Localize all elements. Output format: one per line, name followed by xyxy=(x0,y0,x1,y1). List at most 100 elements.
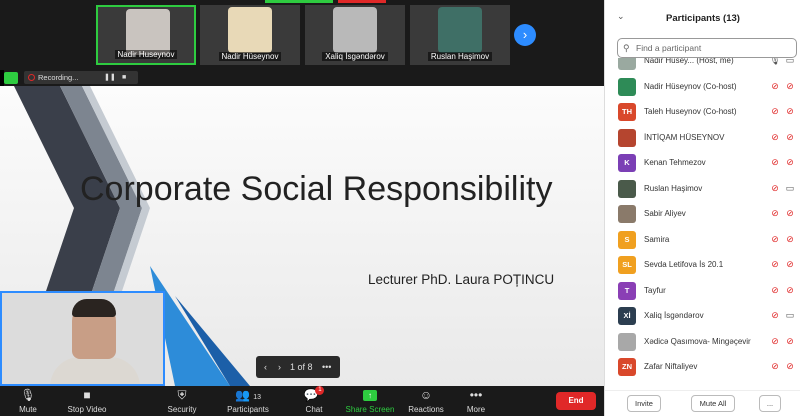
microphone-icon: 🎙 xyxy=(20,388,36,402)
chevron-left-icon[interactable]: ‹ xyxy=(264,356,267,378)
microphone-muted-icon[interactable]: ⊘ xyxy=(769,80,781,93)
video-camera-icon[interactable]: ▭ xyxy=(783,182,797,195)
video-tile[interactable]: Ruslan Haşimov xyxy=(410,5,510,65)
microphone-muted-icon[interactable]: ⊘ xyxy=(769,258,781,271)
meeting-toolbar: 🎙 Mute ■ Stop Video ⛨ Security 👥 13 Part… xyxy=(0,386,604,416)
video-tile[interactable]: Nadir Huseynov xyxy=(96,5,196,65)
meeting-stage: Nadir Huseynov Nadir Hüseynov Xaliq İsgə… xyxy=(0,0,604,416)
avatar xyxy=(618,179,636,198)
microphone-muted-icon[interactable]: ⊘ xyxy=(769,131,781,144)
video-camera-off-icon[interactable]: ⊘ xyxy=(783,131,797,144)
shield-icon[interactable] xyxy=(4,72,18,84)
search-input[interactable]: ⚲ Find a participant xyxy=(617,38,797,58)
participant-name: Xədicə Qasımova- Mingəçevir xyxy=(644,336,751,346)
video-camera-off-icon[interactable]: ⊘ xyxy=(783,156,797,169)
avatar xyxy=(618,128,636,147)
participant-row[interactable]: TH Taleh Huseynov (Co-host) ⊘ ⊘ xyxy=(605,99,800,125)
video-camera-off-icon[interactable]: ⊘ xyxy=(783,284,797,297)
participant-row[interactable]: Sabir Aliyev ⊘ ⊘ xyxy=(605,201,800,227)
participant-row[interactable]: SL Sevda Letifova İs 20.1 ⊘ ⊘ xyxy=(605,252,800,278)
participant-row[interactable]: T Tayfur ⊘ ⊘ xyxy=(605,278,800,304)
video-tile[interactable]: Xaliq İsgəndərov xyxy=(305,5,405,65)
microphone-muted-icon[interactable]: ⊘ xyxy=(769,335,781,348)
smiley-icon: ☺ xyxy=(419,388,433,402)
avatar xyxy=(618,332,636,351)
microphone-muted-icon[interactable]: ⊘ xyxy=(769,156,781,169)
video-camera-off-icon[interactable]: ⊘ xyxy=(783,233,797,246)
microphone-icon[interactable]: 🎙 xyxy=(769,58,781,67)
avatar: K xyxy=(618,154,636,172)
chat-button[interactable]: 💬1 Chat xyxy=(298,386,330,416)
video-tile-name: Nadir Huseynov xyxy=(114,50,178,59)
panel-header: ⌄ Participants (13) xyxy=(605,0,800,36)
reactions-button[interactable]: ☺ Reactions xyxy=(406,386,446,416)
video-camera-off-icon[interactable]: ⊘ xyxy=(783,258,797,271)
security-button[interactable]: ⛨ Security xyxy=(164,386,200,416)
participant-name: Sevda Letifova İs 20.1 xyxy=(644,260,724,269)
mute-button[interactable]: 🎙 Mute xyxy=(10,386,46,416)
participant-row[interactable]: ZN Zafar Niftaliyev ⊘ ⊘ xyxy=(605,354,800,380)
search-icon: ⚲ xyxy=(623,43,630,53)
stop-icon[interactable]: ■ xyxy=(122,71,126,84)
video-camera-off-icon[interactable]: ⊘ xyxy=(783,335,797,348)
chevron-right-icon[interactable]: › xyxy=(514,24,536,46)
people-icon: 👥 13 xyxy=(234,388,262,402)
panel-footer: Invite Mute All ... xyxy=(605,390,800,416)
participant-row[interactable]: Xİ Xaliq İsgəndərov ⊘ ▭ xyxy=(605,303,800,329)
microphone-muted-icon[interactable]: ⊘ xyxy=(769,182,781,195)
participant-name: Ruslan Haşimov xyxy=(644,183,703,193)
chat-icon: 💬1 xyxy=(298,386,330,404)
pause-icon[interactable]: ❚❚ xyxy=(104,71,116,84)
participant-row[interactable]: S Samira ⊘ ⊘ xyxy=(605,227,800,253)
participant-row[interactable]: K Kenan Tehmezov ⊘ ⊘ xyxy=(605,150,800,176)
microphone-muted-icon[interactable]: ⊘ xyxy=(769,284,781,297)
video-tile[interactable]: Nadir Hüseynov xyxy=(200,5,300,65)
video-strip: Nadir Huseynov Nadir Hüseynov Xaliq İsgə… xyxy=(0,0,604,70)
participant-video xyxy=(228,7,272,53)
video-camera-off-icon[interactable]: ⊘ xyxy=(783,105,797,118)
video-camera-off-icon[interactable]: ⊘ xyxy=(783,207,797,220)
avatar xyxy=(618,205,636,223)
chevron-right-icon[interactable]: › xyxy=(278,356,281,378)
microphone-muted-icon[interactable]: ⊘ xyxy=(769,105,781,118)
stop-video-button[interactable]: ■ Stop Video xyxy=(62,386,112,416)
participant-row[interactable]: Xədicə Qasımova- Mingəçevir ⊘ ⊘ xyxy=(605,329,800,355)
avatar: TH xyxy=(618,103,636,121)
mute-all-button[interactable]: Mute All xyxy=(691,395,735,412)
participant-row[interactable]: Nadir Husey... (Host, me) 🎙 ▭ xyxy=(605,58,800,74)
record-icon xyxy=(28,74,35,81)
microphone-muted-icon[interactable]: ⊘ xyxy=(769,309,781,322)
participants-button[interactable]: 👥 13 Participants xyxy=(224,386,272,416)
participant-name: Nadir Husey... (Host, me) xyxy=(644,58,734,65)
avatar xyxy=(618,58,636,70)
more-icon[interactable]: ••• xyxy=(322,356,331,378)
video-tile-name: Ruslan Haşimov xyxy=(427,52,493,61)
recording-label: Recording... xyxy=(38,73,79,82)
more-button[interactable]: ••• More xyxy=(462,386,490,416)
self-view-video[interactable] xyxy=(0,291,165,386)
participant-row[interactable]: İNTİQAM HÜSEYNOV ⊘ ⊘ xyxy=(605,125,800,151)
participant-row[interactable]: Ruslan Haşimov ⊘ ▭ xyxy=(605,176,800,202)
avatar: T xyxy=(618,281,636,300)
participant-row[interactable]: Nadir Hüseynov (Co-host) ⊘ ⊘ xyxy=(605,74,800,100)
participant-name: Kenan Tehmezov xyxy=(644,158,706,167)
page-indicator: 1 of 8 xyxy=(290,362,313,372)
slide-pager: ‹ › 1 of 8 ••• xyxy=(256,356,340,378)
video-camera-off-icon[interactable]: ⊘ xyxy=(783,360,797,373)
video-camera-icon: ■ xyxy=(83,388,91,402)
invite-button[interactable]: Invite xyxy=(627,395,661,412)
share-screen-icon: ↑ xyxy=(344,386,396,404)
more-icon: ••• xyxy=(469,388,483,402)
participant-list: Nadir Husey... (Host, me) 🎙 ▭ Nadir Hüseyno… xyxy=(605,58,800,384)
video-camera-off-icon[interactable]: ⊘ xyxy=(783,80,797,93)
panel-title: Participants (13) xyxy=(666,13,740,24)
video-camera-icon[interactable]: ▭ xyxy=(783,58,797,67)
share-screen-button[interactable]: ↑ Share Screen xyxy=(344,386,396,416)
microphone-muted-icon[interactable]: ⊘ xyxy=(769,233,781,246)
microphone-muted-icon[interactable]: ⊘ xyxy=(769,360,781,373)
video-camera-icon[interactable]: ▭ xyxy=(783,309,797,322)
end-meeting-button[interactable]: End xyxy=(556,392,596,410)
participant-video xyxy=(333,7,377,53)
more-options-button[interactable]: ... xyxy=(759,395,781,412)
microphone-muted-icon[interactable]: ⊘ xyxy=(769,207,781,220)
